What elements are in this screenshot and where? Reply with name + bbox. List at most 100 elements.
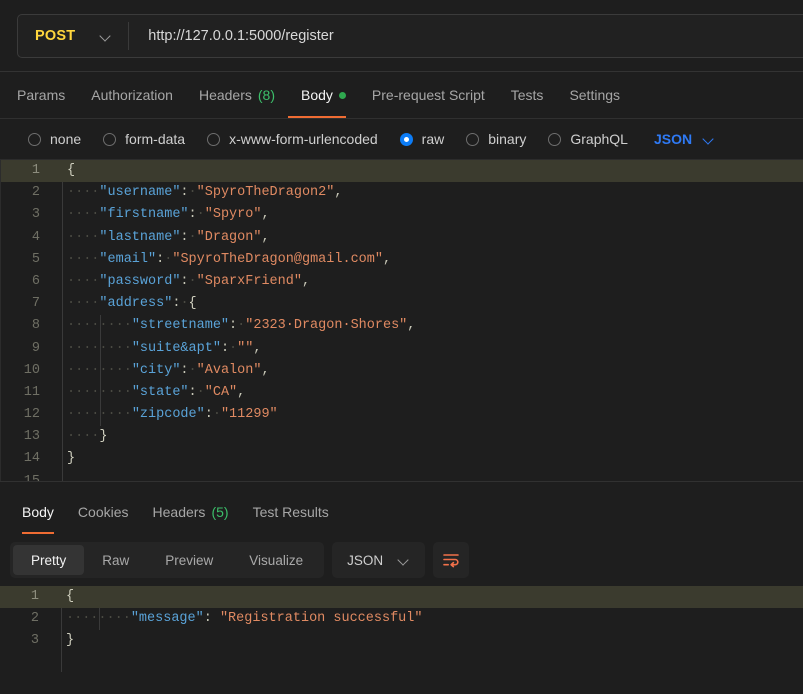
request-tab-pre-request-script[interactable]: Pre-request Script bbox=[359, 72, 498, 118]
token-dot: · bbox=[213, 407, 221, 422]
body-type-form-data[interactable]: form-data bbox=[103, 131, 185, 147]
code-line: 12········"zipcode":·"11299" bbox=[1, 404, 803, 426]
code-text: ····"firstname":·"Spyro", bbox=[51, 204, 270, 226]
code-text: ········"state":·"CA", bbox=[51, 382, 245, 404]
response-toolbar: Pretty Raw Preview Visualize JSON bbox=[0, 534, 803, 586]
radio-button-icon[interactable] bbox=[548, 133, 561, 146]
token-dot: · bbox=[189, 363, 197, 378]
radio-button-icon[interactable] bbox=[28, 133, 41, 146]
token-key: "password" bbox=[99, 274, 180, 289]
response-tab-body[interactable]: Body bbox=[10, 490, 66, 534]
token-punct: , bbox=[261, 363, 269, 378]
indent-dots: ···· bbox=[67, 230, 99, 245]
token-dot: · bbox=[189, 185, 197, 200]
token-dot: · bbox=[189, 274, 197, 289]
request-tab-body[interactable]: Body bbox=[288, 72, 359, 118]
body-type-binary[interactable]: binary bbox=[466, 131, 526, 147]
token-punct: : bbox=[180, 363, 188, 378]
body-type-graphql[interactable]: GraphQL bbox=[548, 131, 628, 147]
token-punct: , bbox=[237, 385, 245, 400]
response-tab-headers[interactable]: Headers(5) bbox=[141, 490, 241, 534]
code-text: ····"address":·{ bbox=[51, 293, 197, 315]
line-number: 13 bbox=[1, 426, 51, 448]
response-view-pretty[interactable]: Pretty bbox=[13, 545, 84, 575]
url-input[interactable]: http://127.0.0.1:5000/register bbox=[129, 28, 333, 44]
body-format-dropdown[interactable]: JSON bbox=[654, 131, 715, 147]
response-tab-bar: Body CookiesHeaders(5)Test Results bbox=[0, 490, 803, 534]
token-punct: , bbox=[261, 230, 269, 245]
line-number: 2 bbox=[0, 608, 50, 630]
segment-label: Raw bbox=[102, 553, 129, 568]
token-key: "city" bbox=[132, 363, 181, 378]
token-brace: { bbox=[189, 296, 197, 311]
token-punct: , bbox=[253, 341, 261, 356]
radio-button-icon[interactable] bbox=[400, 133, 413, 146]
request-tab-authorization[interactable]: Authorization bbox=[78, 72, 186, 118]
body-type-x-www-form-urlencoded[interactable]: x-www-form-urlencoded bbox=[207, 131, 378, 147]
http-method-label: POST bbox=[35, 28, 75, 44]
code-line: 14} bbox=[1, 448, 803, 470]
request-tab-params[interactable]: Params bbox=[17, 72, 78, 118]
token-punct: : bbox=[180, 230, 188, 245]
indent-guide bbox=[99, 608, 100, 630]
token-str: "11299" bbox=[221, 407, 278, 422]
radio-button-icon[interactable] bbox=[207, 133, 220, 146]
tab-count-badge: (5) bbox=[211, 504, 228, 520]
token-punct: : bbox=[189, 207, 197, 222]
code-line: 15 bbox=[1, 471, 803, 481]
code-line: 13····} bbox=[1, 426, 803, 448]
word-wrap-button[interactable] bbox=[433, 542, 469, 578]
request-tab-headers[interactable]: Headers(8) bbox=[186, 72, 288, 118]
request-url-bar: POST http://127.0.0.1:5000/register bbox=[0, 0, 803, 72]
code-text: } bbox=[50, 630, 74, 652]
request-tab-settings[interactable]: Settings bbox=[556, 72, 633, 118]
tab-label: Pre-request Script bbox=[372, 87, 485, 103]
token-str: "Registration successful" bbox=[220, 611, 423, 626]
body-type-label: GraphQL bbox=[570, 131, 628, 147]
response-view-visualize[interactable]: Visualize bbox=[231, 545, 321, 575]
panel-splitter[interactable] bbox=[0, 481, 803, 490]
token-brace: { bbox=[67, 163, 75, 178]
segment-label: Preview bbox=[165, 553, 213, 568]
token-brace: } bbox=[67, 451, 75, 466]
tab-label: Body bbox=[22, 504, 54, 520]
response-body-editor[interactable]: 1{2········"message": "Registration succ… bbox=[0, 586, 803, 672]
code-text: ········"suite&apt":·"", bbox=[51, 338, 261, 360]
line-number: 7 bbox=[1, 293, 51, 315]
token-str: "Avalon" bbox=[197, 363, 262, 378]
response-view-preview[interactable]: Preview bbox=[147, 545, 231, 575]
body-type-label: x-www-form-urlencoded bbox=[229, 131, 378, 147]
line-number: 4 bbox=[1, 227, 51, 249]
body-modified-dot-icon bbox=[339, 92, 346, 99]
line-number: 12 bbox=[1, 404, 51, 426]
response-tab-cookies[interactable]: Cookies bbox=[66, 490, 141, 534]
code-text: ····} bbox=[51, 426, 108, 448]
response-view-raw[interactable]: Raw bbox=[84, 545, 147, 575]
token-punct: , bbox=[302, 274, 310, 289]
code-text: ········"zipcode":·"11299" bbox=[51, 404, 278, 426]
radio-button-icon[interactable] bbox=[103, 133, 116, 146]
request-body-editor[interactable]: 1{2····"username":·"SpyroTheDragon2",3··… bbox=[0, 159, 803, 481]
token-dot: · bbox=[197, 207, 205, 222]
indent-dots: ···· bbox=[67, 429, 99, 444]
body-type-none[interactable]: none bbox=[28, 131, 81, 147]
token-str: "Dragon" bbox=[197, 230, 262, 245]
token-str: "SpyroTheDragon@gmail.com" bbox=[172, 252, 383, 267]
http-method-dropdown[interactable]: POST bbox=[18, 15, 128, 57]
chevron-down-icon bbox=[399, 555, 410, 566]
body-type-raw[interactable]: raw bbox=[400, 131, 445, 147]
token-dot: · bbox=[180, 296, 188, 311]
radio-button-icon[interactable] bbox=[466, 133, 479, 146]
response-tab-test-results[interactable]: Test Results bbox=[241, 490, 341, 534]
token-key: "firstname" bbox=[99, 207, 188, 222]
line-number: 15 bbox=[1, 471, 51, 481]
code-line: 9········"suite&apt":·"", bbox=[1, 338, 803, 360]
token-punct: , bbox=[334, 185, 342, 200]
token-punct: : bbox=[180, 274, 188, 289]
indent-guide bbox=[100, 404, 101, 426]
body-type-label: form-data bbox=[125, 131, 185, 147]
line-number: 2 bbox=[1, 182, 51, 204]
request-tab-tests[interactable]: Tests bbox=[498, 72, 557, 118]
response-format-dropdown[interactable]: JSON bbox=[332, 542, 425, 578]
code-line: 2····"username":·"SpyroTheDragon2", bbox=[1, 182, 803, 204]
